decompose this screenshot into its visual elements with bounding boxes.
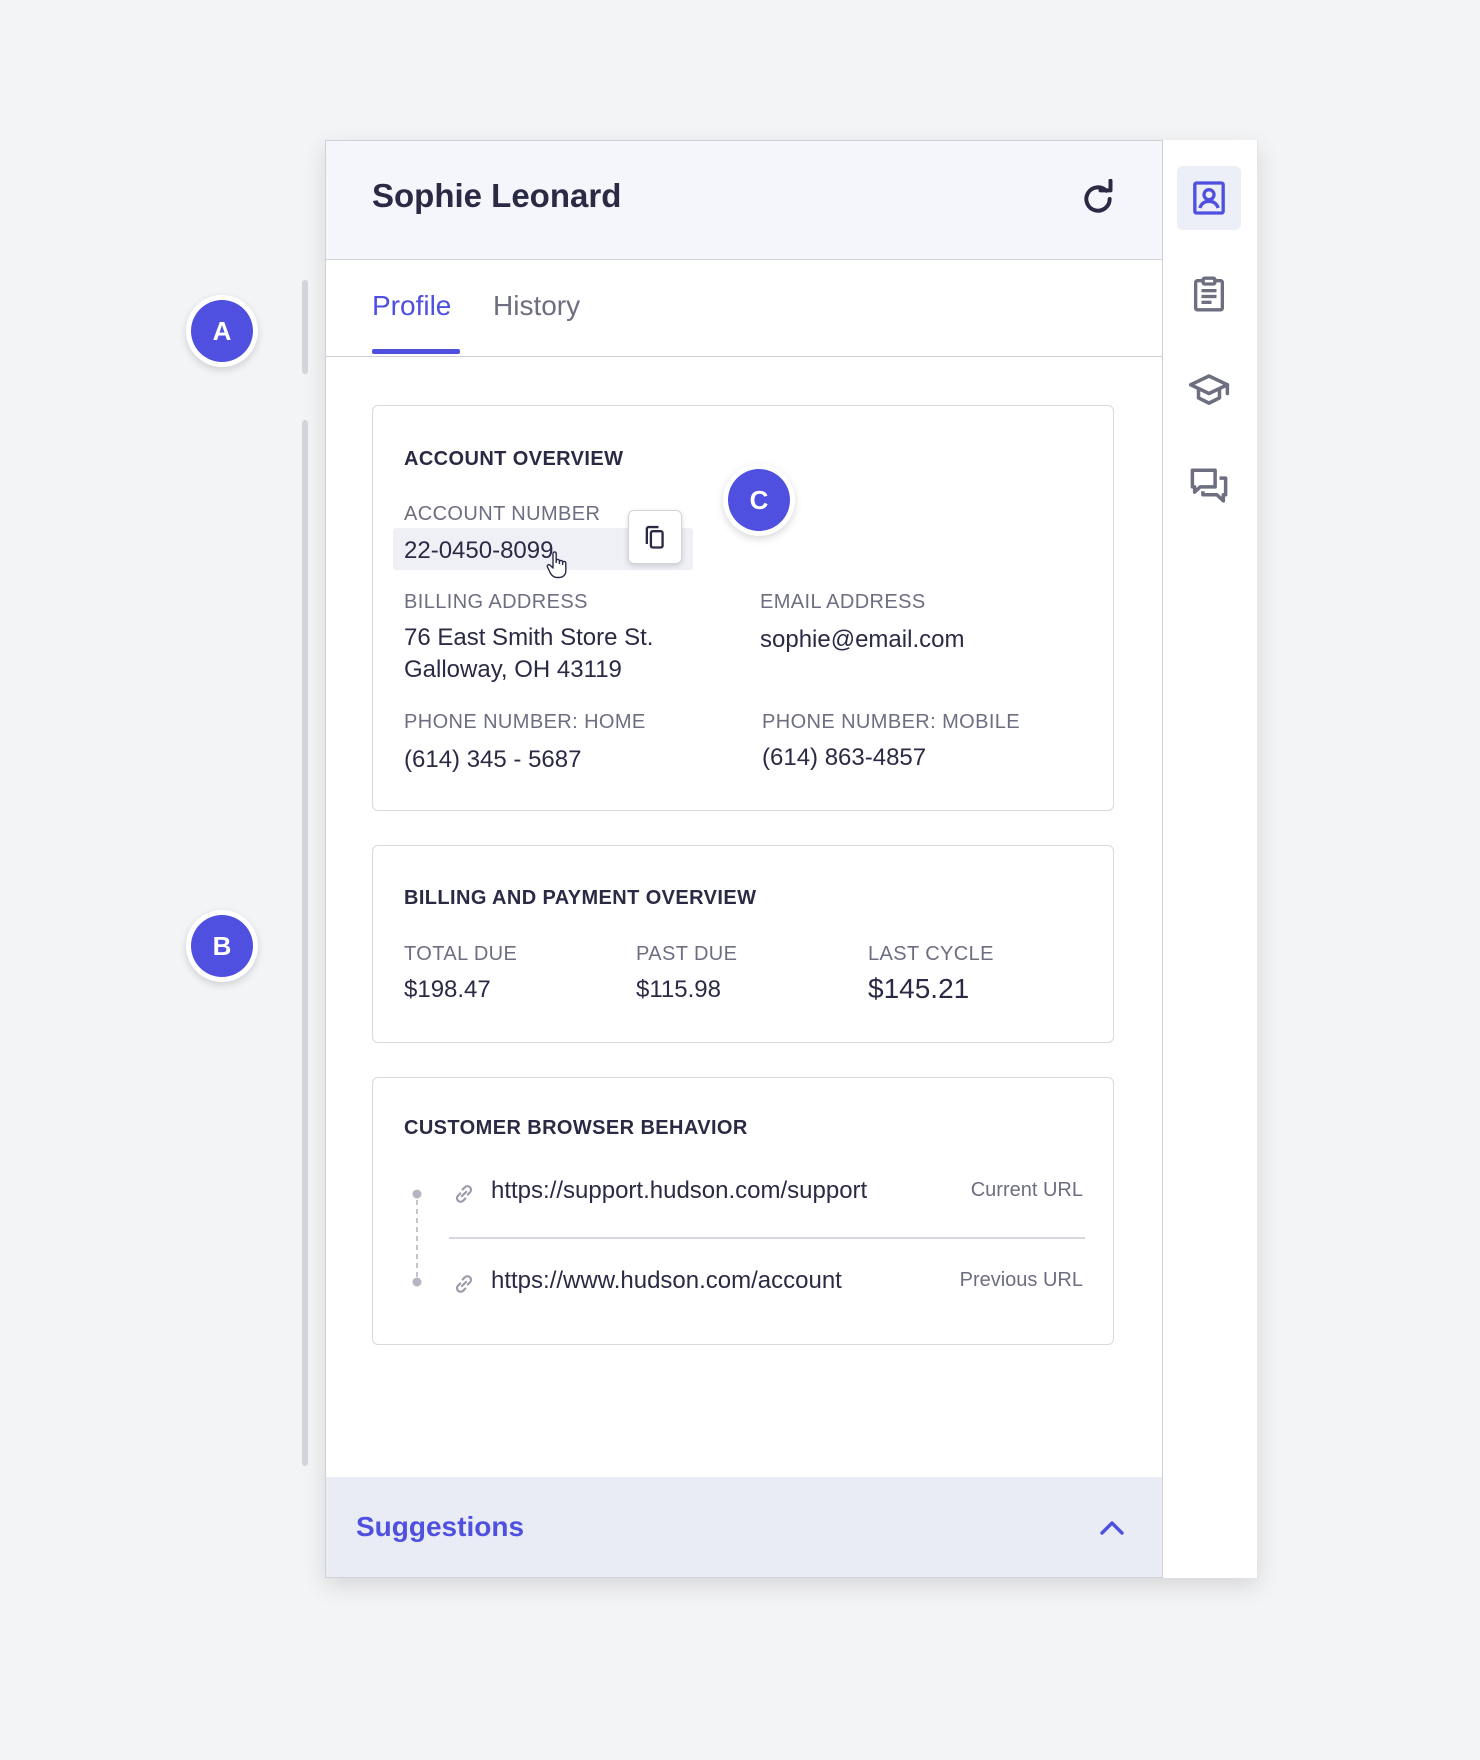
url-timeline: [412, 1189, 422, 1287]
url-divider: [449, 1237, 1085, 1239]
panel-header: Sophie Leonard: [326, 141, 1162, 260]
clipboard-icon: [1194, 276, 1224, 312]
email-address-label: EMAIL ADDRESS: [760, 591, 926, 613]
billing-overview-card: BILLING AND PAYMENT OVERVIEW TOTAL DUE $…: [372, 845, 1114, 1043]
rail-clipboard-button[interactable]: [1177, 262, 1241, 326]
active-tab-indicator: [372, 349, 460, 354]
phone-home-label: PHONE NUMBER: HOME: [404, 711, 646, 733]
total-due-label: TOTAL DUE: [404, 943, 518, 965]
billing-address-line2: Galloway, OH 43119: [404, 656, 622, 683]
total-due-value: $198.47: [404, 976, 491, 1003]
chat-icon: [1190, 468, 1228, 503]
callout-a-label: A: [191, 300, 253, 362]
last-cycle-label: LAST CYCLE: [868, 943, 994, 965]
right-icon-rail: [1163, 140, 1258, 1578]
billing-overview-title: BILLING AND PAYMENT OVERVIEW: [404, 887, 757, 909]
customer-panel: Sophie Leonard Profile History ACCOUNT O…: [325, 140, 1258, 1578]
copy-button[interactable]: [628, 510, 682, 564]
link-icon: [455, 1185, 473, 1203]
refresh-icon[interactable]: [1078, 179, 1118, 219]
hand-cursor-icon: [546, 551, 567, 579]
scrollbar-main[interactable]: [302, 420, 308, 1466]
tab-bar: Profile History: [326, 260, 1162, 357]
phone-mobile-value: (614) 863-4857: [762, 744, 927, 771]
link-icon: [455, 1275, 473, 1293]
scrollbar-top[interactable]: [302, 280, 308, 374]
rail-learning-button[interactable]: [1177, 358, 1241, 422]
callout-a: A: [186, 295, 258, 367]
last-cycle-value: $145.21: [868, 973, 970, 1004]
callout-b-label: B: [191, 915, 253, 977]
customer-name: Sophie Leonard: [372, 177, 622, 214]
profile-pane: Sophie Leonard Profile History ACCOUNT O…: [325, 140, 1163, 1578]
browser-behavior-card: CUSTOMER BROWSER BEHAVIOR https://suppor…: [372, 1077, 1114, 1345]
suggestions-label: Suggestions: [356, 1511, 525, 1542]
previous-url-link[interactable]: https://www.hudson.com/account: [491, 1267, 842, 1295]
account-number-label: ACCOUNT NUMBER: [404, 503, 601, 525]
account-overview-title: ACCOUNT OVERVIEW: [404, 448, 624, 470]
billing-address-line1: 76 East Smith Store St.: [404, 624, 654, 651]
phone-home-value: (614) 345 - 5687: [404, 746, 582, 773]
chevron-up-icon[interactable]: [1096, 1515, 1128, 1541]
previous-url-tag: Previous URL: [959, 1269, 1083, 1291]
current-url-tag: Current URL: [970, 1179, 1083, 1201]
account-overview-card: ACCOUNT OVERVIEW ACCOUNT NUMBER 22-0450-…: [372, 405, 1114, 811]
callout-b: B: [186, 910, 258, 982]
phone-mobile-label: PHONE NUMBER: MOBILE: [762, 711, 1021, 733]
account-number-value[interactable]: 22-0450-8099: [404, 537, 553, 565]
rail-contact-button[interactable]: [1177, 166, 1241, 230]
current-url-link[interactable]: https://support.hudson.com/support: [491, 1177, 867, 1205]
copy-icon: [645, 525, 664, 549]
browser-behavior-title: CUSTOMER BROWSER BEHAVIOR: [404, 1117, 748, 1139]
email-address-value: sophie@email.com: [760, 626, 965, 653]
past-due-value: $115.98: [636, 976, 721, 1003]
callout-c: C: [723, 464, 795, 536]
tab-history[interactable]: History: [493, 290, 580, 322]
rail-chat-button[interactable]: [1177, 454, 1241, 518]
tab-profile[interactable]: Profile: [372, 290, 451, 322]
suggestions-bar[interactable]: Suggestions: [326, 1477, 1162, 1577]
graduation-cap-icon: [1188, 374, 1230, 405]
billing-address-label: BILLING ADDRESS: [404, 591, 588, 613]
callout-c-label: C: [728, 469, 790, 531]
past-due-label: PAST DUE: [636, 943, 738, 965]
contact-card-icon: [1193, 181, 1225, 215]
